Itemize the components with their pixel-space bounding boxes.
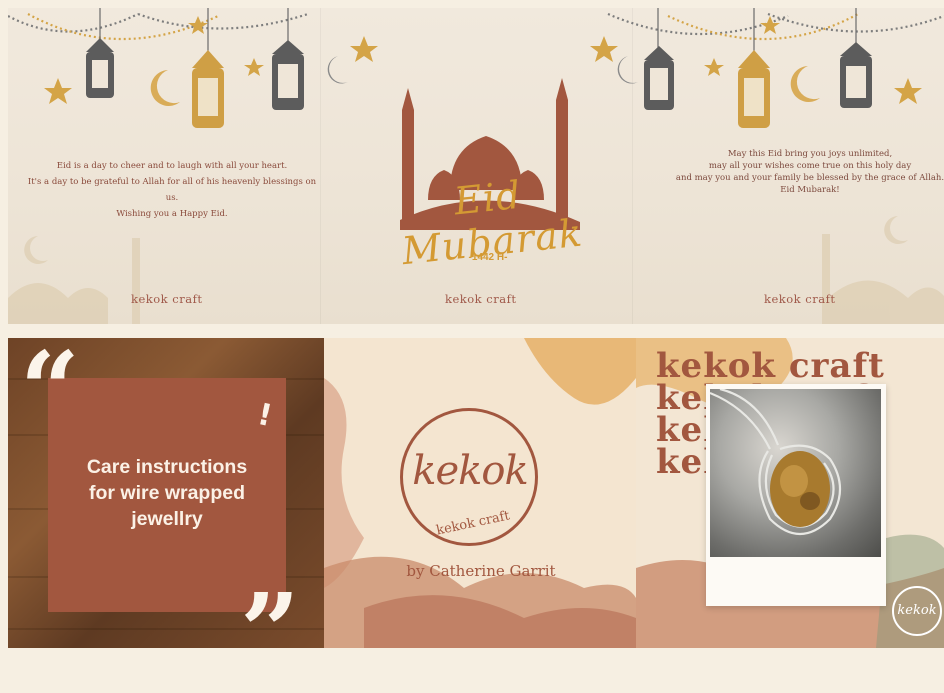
open-quote-icon: “ <box>20 328 80 451</box>
greeting-line: may all your wishes come true on this ho… <box>708 161 912 171</box>
close-quote-icon: ” <box>240 570 300 693</box>
greeting-line: Wishing you a Happy Eid. <box>116 209 228 219</box>
crescent-moon-icon <box>790 66 820 102</box>
lantern-icon <box>840 42 872 108</box>
pendant-photo <box>710 389 881 557</box>
pendant-image <box>710 389 841 535</box>
crescent-moon-icon <box>483 52 510 82</box>
crescent-moon-icon <box>150 70 180 106</box>
brand-label-left: kekok craft <box>131 292 203 306</box>
lantern-icon <box>644 46 674 110</box>
care-instructions-title: Care instructions for wire wrapped jewel… <box>62 454 272 532</box>
greeting-line: Eid is a day to cheer and to laugh with … <box>56 161 288 171</box>
greeting-line: May this Eid bring you joys unlimited, <box>727 149 893 159</box>
lantern-icon <box>738 50 770 128</box>
crescent-moon-icon <box>617 56 638 84</box>
title-line: for wire wrapped <box>88 482 246 504</box>
lantern-icon <box>272 40 304 110</box>
right-greeting-text: May this Eid bring you joys unlimited, m… <box>672 148 944 196</box>
lantern-icon <box>86 38 114 98</box>
brand-label-right: kekok craft <box>764 292 836 306</box>
crescent-moon-icon <box>327 56 348 84</box>
brand-stamp-icon: kekok <box>892 586 942 636</box>
title-line: Care instructions <box>86 456 248 478</box>
eid-banner: Eid is a day to cheer and to laugh with … <box>8 8 944 324</box>
left-greeting-text: Eid is a day to cheer and to laugh with … <box>22 158 322 222</box>
greeting-line: and may you and your family be blessed b… <box>675 173 944 183</box>
brand-label-center: kekok craft <box>445 292 517 306</box>
greeting-line: Eid Mubarak! <box>780 185 840 195</box>
greeting-line: It's a day to be grateful to Allah for a… <box>27 177 317 203</box>
title-line: jewellry <box>131 508 203 530</box>
author-byline: by Catherine Garrit <box>406 562 556 580</box>
logo-wordmark: kekok <box>412 448 528 494</box>
lantern-icon <box>192 50 224 128</box>
hijri-year: -1442 H- <box>468 252 508 263</box>
